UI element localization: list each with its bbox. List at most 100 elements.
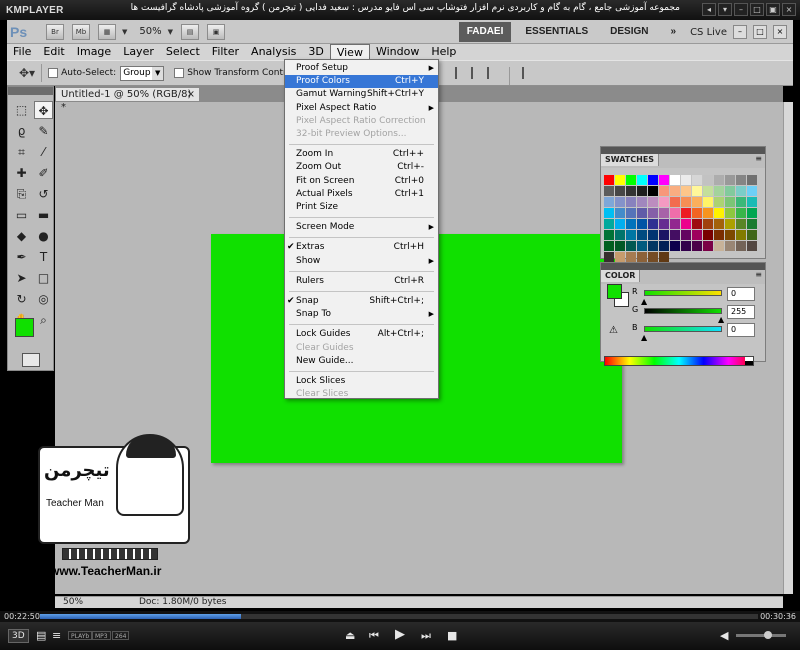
menu-image[interactable]: Image [71, 44, 117, 60]
swatch[interactable] [637, 219, 647, 229]
clone-stamp-icon[interactable]: ⎘ [12, 185, 31, 203]
swatch[interactable] [604, 208, 614, 218]
previous-icon[interactable]: ⏮ [369, 629, 379, 643]
pen-icon[interactable]: ✒ [12, 248, 31, 266]
swatch[interactable] [659, 197, 669, 207]
swatch[interactable] [626, 197, 636, 207]
status-zoom[interactable]: 50% [63, 597, 83, 608]
settings-icon[interactable]: ≡ [52, 629, 61, 642]
dodge-icon[interactable]: ● [34, 227, 53, 245]
swatch[interactable] [626, 175, 636, 185]
blur-icon[interactable]: ◆ [12, 227, 31, 245]
swatch[interactable] [736, 175, 746, 185]
player-pin-button[interactable]: ▾ [718, 3, 732, 16]
swatch[interactable] [714, 208, 724, 218]
menu-help[interactable]: Help [425, 44, 462, 60]
swatch[interactable] [692, 241, 702, 251]
view-menu-item[interactable]: ✔ Snap Shift+Ctrl+; [285, 295, 438, 308]
swatch[interactable] [725, 208, 735, 218]
slider-thumb-icon[interactable]: ▲ [718, 315, 724, 324]
view-menu-item[interactable]: Gamut Warning Shift+Ctrl+Y [285, 88, 438, 101]
view-menu-item[interactable]: Actual Pixels Ctrl+1 [285, 188, 438, 201]
lasso-icon[interactable]: ϱ [12, 122, 31, 140]
volume-icon[interactable]: ◀ [720, 629, 728, 642]
swatch[interactable] [747, 186, 757, 196]
green-value-field[interactable]: 255 [727, 305, 755, 319]
player-logo[interactable]: KMPLAYER [0, 5, 64, 16]
minimize-button[interactable]: – [733, 25, 747, 39]
swatch[interactable] [692, 186, 702, 196]
player-settings-button[interactable]: ◂ [702, 3, 716, 16]
menu-edit[interactable]: Edit [37, 44, 70, 60]
swatch[interactable] [725, 230, 735, 240]
quick-mask-button[interactable] [22, 353, 40, 367]
swatch[interactable] [703, 208, 713, 218]
swatch[interactable] [615, 241, 625, 251]
crop-icon[interactable]: ⌗ [12, 143, 31, 161]
swatch[interactable] [747, 241, 757, 251]
view-menu-item[interactable]: Rulers Ctrl+R [285, 275, 438, 288]
swatch[interactable] [670, 197, 680, 207]
swatch[interactable] [703, 186, 713, 196]
rect-marquee-icon[interactable]: ⬚ [12, 101, 31, 119]
swatch[interactable] [747, 197, 757, 207]
quick-select-icon[interactable]: ✎ [34, 122, 53, 140]
swatch[interactable] [659, 230, 669, 240]
swatch[interactable] [604, 252, 614, 262]
red-slider-track[interactable] [644, 290, 722, 296]
swatch[interactable] [604, 175, 614, 185]
chevron-down-icon[interactable]: ▼ [168, 28, 173, 36]
view-menu-item[interactable]: Screen Mode ▶ [285, 221, 438, 234]
shape-icon[interactable]: □ [34, 269, 53, 287]
player-fullscreen-button[interactable]: ▣ [766, 3, 780, 16]
swatch[interactable] [703, 219, 713, 229]
view-menu-item[interactable]: Lock Guides Alt+Ctrl+; [285, 328, 438, 341]
play-icon[interactable]: ▶ [395, 627, 405, 642]
slider-thumb-icon[interactable]: ▲ [641, 297, 647, 306]
swatch[interactable] [692, 197, 702, 207]
3d-orbit-icon[interactable]: ◎ [34, 290, 53, 308]
color-foreground-swatch[interactable] [607, 284, 622, 299]
menu-layer[interactable]: Layer [117, 44, 160, 60]
player-minimize-button[interactable]: – [734, 3, 748, 16]
eject-icon[interactable]: ⏏ [345, 629, 355, 642]
auto-select-checkbox[interactable] [48, 68, 59, 78]
swatch[interactable] [659, 175, 669, 185]
swatch[interactable] [725, 186, 735, 196]
swatch[interactable] [692, 230, 702, 240]
blue-slider-track[interactable] [644, 326, 722, 332]
swatch[interactable] [692, 208, 702, 218]
swatch[interactable] [692, 219, 702, 229]
swatch[interactable] [604, 230, 614, 240]
menu-file[interactable]: File [7, 44, 37, 60]
vertical-scrollbar[interactable] [783, 102, 793, 594]
menu-analysis[interactable]: Analysis [245, 44, 302, 60]
view-menu-item[interactable]: Print Size [285, 201, 438, 214]
menu-3d[interactable]: 3D [302, 44, 329, 60]
swatch[interactable] [637, 252, 647, 262]
swatch[interactable] [681, 208, 691, 218]
color-tab[interactable]: COLOR [601, 270, 641, 282]
panel-menu-icon[interactable]: ≡ [755, 154, 762, 163]
zoom-level[interactable]: 50% [139, 26, 161, 37]
swatch[interactable] [681, 175, 691, 185]
swatch[interactable] [703, 230, 713, 240]
swatch[interactable] [681, 197, 691, 207]
swatch[interactable] [626, 208, 636, 218]
playlist-icon[interactable]: ▤ [36, 629, 46, 642]
swatch[interactable] [626, 252, 636, 262]
bridge-button[interactable]: Br [46, 23, 64, 40]
more-workspaces-icon[interactable]: » [663, 22, 685, 42]
swatch[interactable] [736, 241, 746, 251]
view-menu-item[interactable]: Zoom In Ctrl++ [285, 148, 438, 161]
swatch[interactable] [659, 186, 669, 196]
brush-icon[interactable]: ✐ [34, 164, 53, 182]
swatch[interactable] [648, 252, 658, 262]
next-icon[interactable]: ⏭ [421, 629, 431, 643]
view-menu-item[interactable]: Lock Slices [285, 375, 438, 388]
healing-icon[interactable]: ✚ [12, 164, 31, 182]
swatch[interactable] [615, 186, 625, 196]
foreground-color-swatch[interactable] [15, 318, 34, 337]
swatch[interactable] [725, 241, 735, 251]
chevron-down-icon[interactable]: ▼ [122, 28, 127, 36]
